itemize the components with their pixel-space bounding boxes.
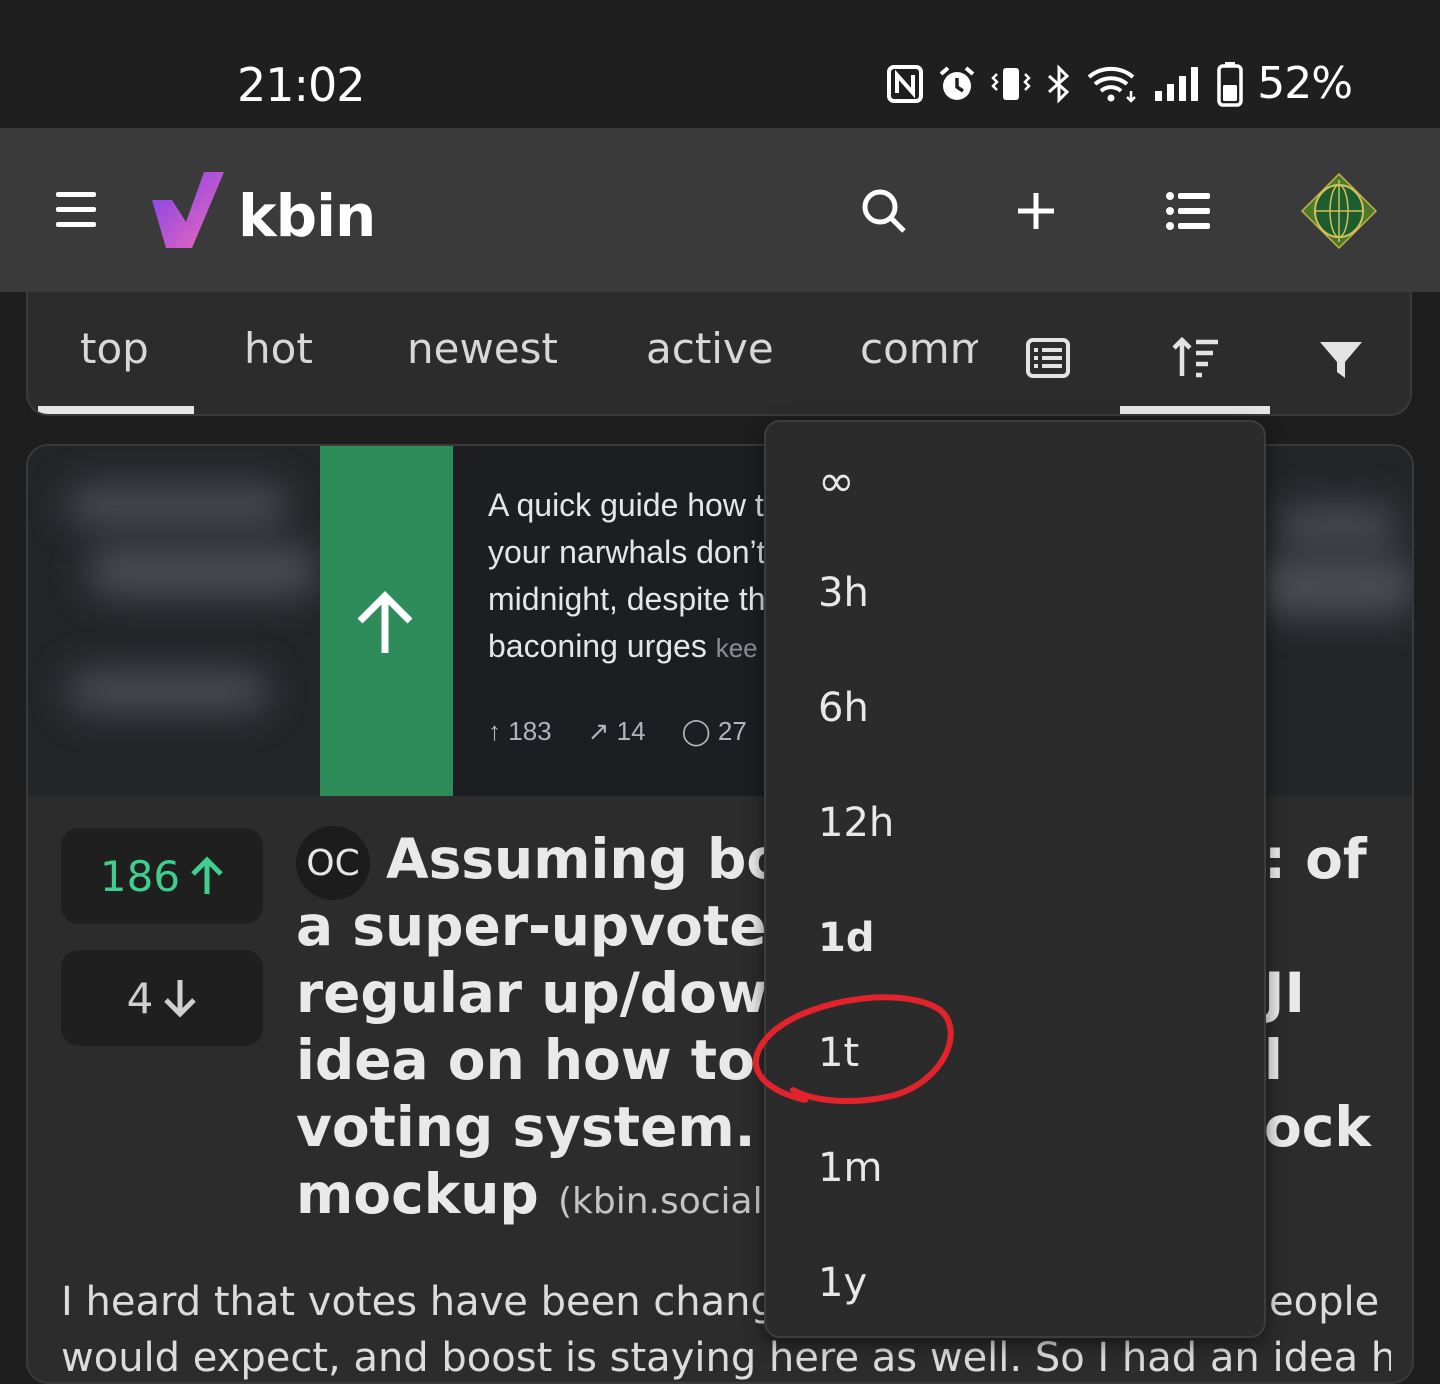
sort-time-icon[interactable]	[1172, 336, 1220, 383]
status-time: 21:02	[237, 58, 366, 112]
status-icons: 52%	[887, 58, 1353, 109]
active-tab-indicator	[38, 406, 194, 414]
kbin-logo-icon[interactable]	[150, 170, 226, 255]
upvote-button[interactable]: 186	[61, 828, 263, 924]
list-icon[interactable]	[1162, 185, 1214, 237]
hamburger-menu-icon[interactable]	[56, 190, 98, 235]
embed-up-arrow-icon	[357, 591, 413, 653]
upvote-count: 186	[99, 851, 181, 901]
add-icon[interactable]	[1010, 185, 1062, 237]
embed-title: A quick guide how t your narwhals don’t …	[488, 487, 766, 664]
battery-percent: 52%	[1257, 58, 1353, 109]
time-filter-indicator	[1120, 406, 1270, 414]
embed-stats: ↑ 183 ↗ 14 ◯ 27	[488, 716, 747, 747]
wifi-icon	[1087, 65, 1139, 103]
bluetooth-icon	[1045, 63, 1073, 104]
menu-item-1y[interactable]: 1y	[818, 1260, 867, 1306]
time-filter-menu: ∞ 3h 6h 12h 1d 1t 1m 1y	[764, 420, 1266, 1338]
menu-item-3h[interactable]: 3h	[818, 570, 869, 616]
embed-boosts: ↗ 14	[587, 716, 646, 746]
nfc-icon	[887, 64, 924, 103]
post-domain: (kbin.social)	[557, 1181, 777, 1222]
alarm-icon	[937, 64, 977, 104]
upvote-arrow-icon	[191, 856, 223, 894]
tab-commented[interactable]: comm	[860, 324, 978, 373]
menu-item-12h[interactable]: 12h	[818, 800, 894, 846]
search-icon[interactable]	[858, 185, 910, 237]
signal-icon	[1153, 65, 1203, 103]
vibrate-icon	[991, 66, 1031, 102]
view-layout-icon[interactable]	[1026, 338, 1070, 383]
embed-upvotes: ↑ 183	[488, 716, 552, 746]
oc-badge: OC	[296, 826, 370, 900]
boost-icon: ↗	[587, 716, 610, 746]
annotation-circle	[745, 990, 960, 1115]
filter-icon[interactable]	[1318, 340, 1364, 385]
status-bar: 21:02 52%	[0, 0, 1440, 128]
embed-vote-panel	[320, 446, 453, 796]
brand-name[interactable]: kbin	[238, 182, 376, 250]
embed-comments: ◯ 27	[681, 716, 747, 746]
downvote-arrow-icon	[164, 980, 197, 1018]
tab-hot[interactable]: hot	[244, 324, 313, 373]
user-avatar[interactable]	[1300, 172, 1378, 255]
sort-tabs: top hot newest active comm	[26, 292, 1412, 416]
tab-active[interactable]: active	[646, 324, 774, 373]
tab-top[interactable]: top	[80, 324, 149, 373]
menu-item-all-time[interactable]: ∞	[818, 456, 855, 507]
post-title-continuation: : of JI l ock	[1264, 827, 1371, 1159]
downvote-count: 4	[126, 973, 154, 1023]
menu-item-1m[interactable]: 1m	[818, 1145, 882, 1191]
up-arrow-icon: ↑	[488, 716, 501, 746]
menu-item-1d[interactable]: 1d	[818, 915, 874, 961]
menu-item-6h[interactable]: 6h	[818, 685, 869, 731]
downvote-button[interactable]: 4	[61, 950, 263, 1046]
comment-icon: ◯	[681, 716, 711, 746]
tab-newest[interactable]: newest	[407, 324, 558, 373]
battery-icon	[1217, 61, 1243, 107]
